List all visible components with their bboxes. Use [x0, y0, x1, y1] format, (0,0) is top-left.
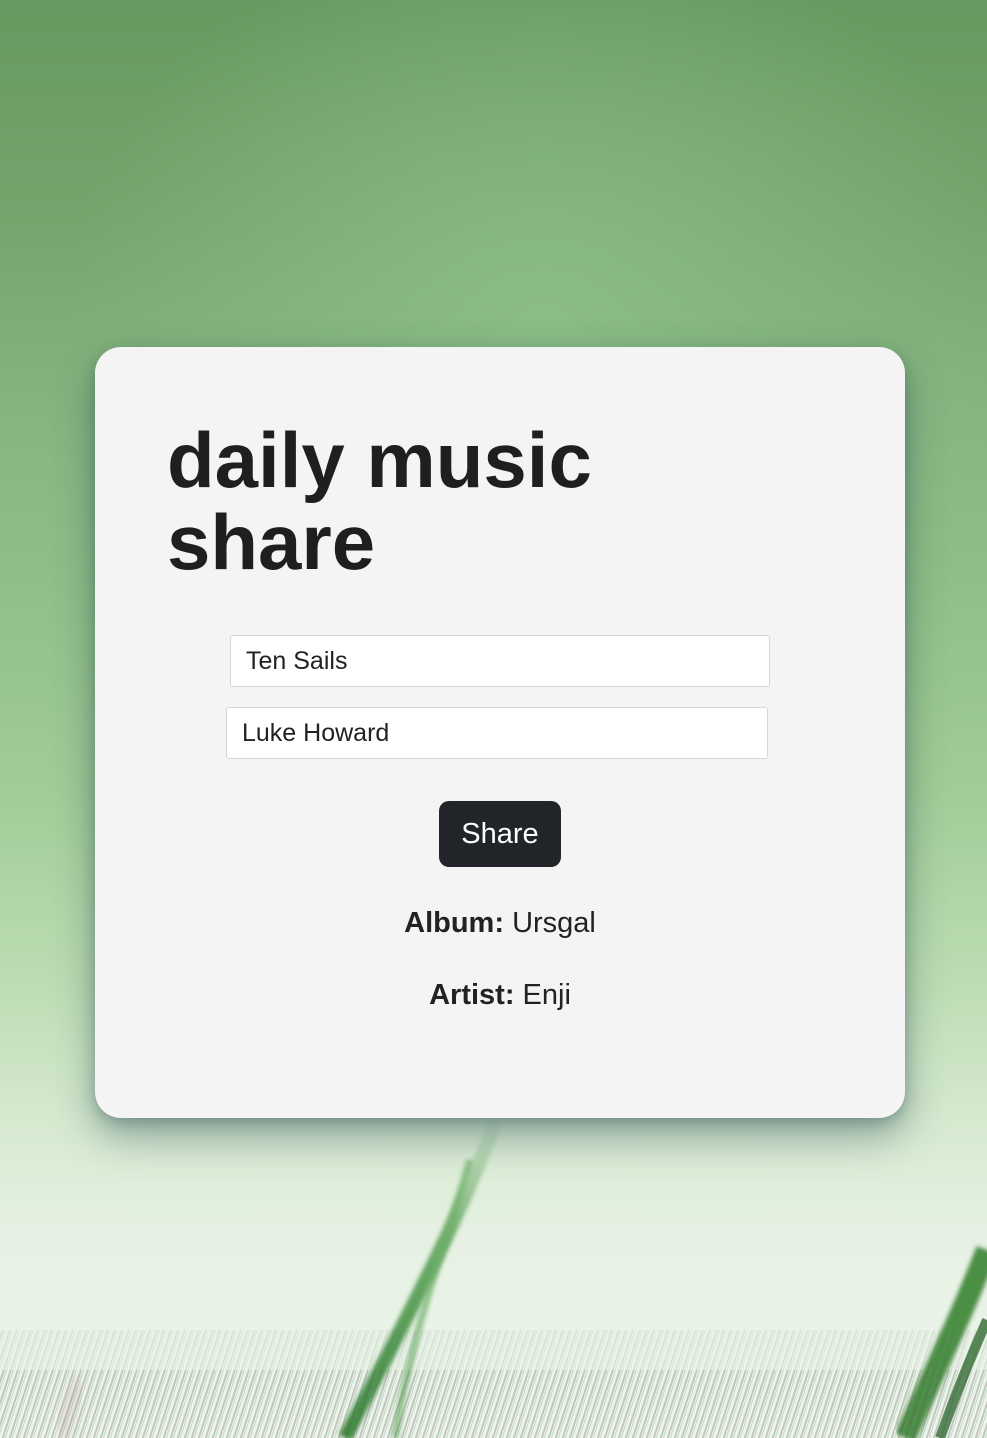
share-card: daily music share Share Album: Ursgal Ar… [95, 347, 905, 1118]
artist-result-value: Enji [522, 979, 571, 1011]
album-result-value: Ursgal [512, 907, 596, 939]
artist-input[interactable] [226, 707, 768, 759]
artist-result: Artist: Enji [95, 979, 905, 1012]
album-result: Album: Ursgal [95, 907, 905, 940]
page-title: daily music share [167, 416, 592, 586]
artist-result-label: Artist: [429, 979, 515, 1011]
album-result-label: Album: [404, 907, 504, 939]
album-input[interactable] [230, 635, 770, 687]
share-button[interactable]: Share [439, 801, 561, 867]
